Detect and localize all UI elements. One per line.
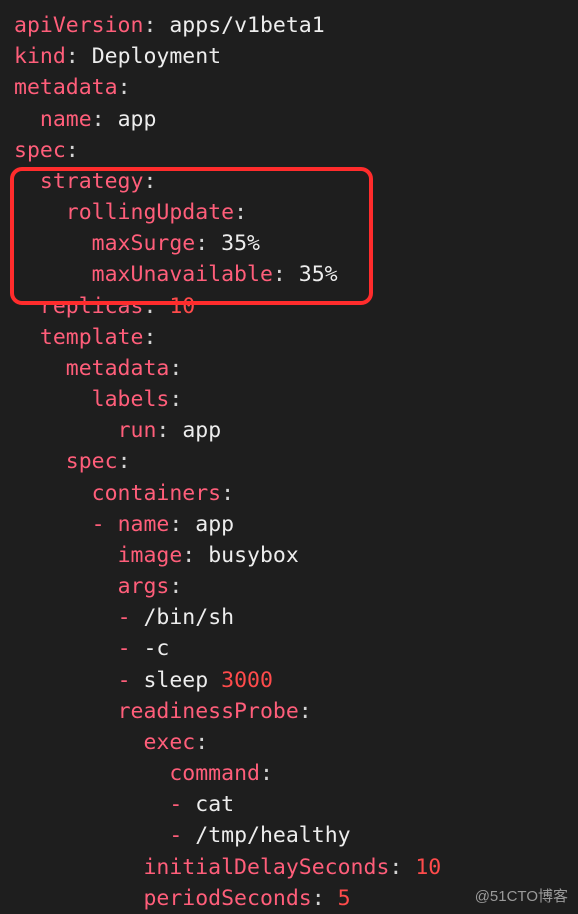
v-cmd0: cat — [195, 792, 234, 817]
k-args: args — [118, 574, 170, 599]
k-run: run — [118, 418, 157, 443]
v-image: busybox — [208, 543, 299, 568]
dash: - — [118, 636, 131, 661]
k-kind: kind — [14, 44, 66, 69]
v-kind: Deployment — [92, 44, 221, 69]
v-cname: app — [195, 512, 234, 537]
k-cname: name — [118, 512, 170, 537]
k-name: name — [40, 107, 92, 132]
v-arg0: /bin/sh — [143, 605, 234, 630]
yaml-code-block: apiVersion: apps/v1beta1 kind: Deploymen… — [0, 0, 578, 914]
v-periodSeconds: 5 — [338, 886, 351, 911]
dash: - — [118, 668, 131, 693]
k-template: template — [40, 325, 144, 350]
k-maxUnavailable: maxUnavailable — [92, 262, 273, 287]
dash: - — [169, 792, 182, 817]
k-command: command — [169, 761, 260, 786]
k-labels: labels — [92, 387, 170, 412]
v-replicas: 10 — [169, 294, 195, 319]
v-arg2a: sleep — [143, 668, 221, 693]
v-run: app — [182, 418, 221, 443]
k-image: image — [118, 543, 183, 568]
k-exec: exec — [143, 730, 195, 755]
v-name: app — [118, 107, 157, 132]
k-spec2: spec — [66, 449, 118, 474]
k-initialDelaySeconds: initialDelaySeconds — [143, 855, 389, 880]
v-arg2b: 3000 — [221, 668, 273, 693]
k-containers: containers — [92, 481, 221, 506]
v-apiVersion: apps/v1beta1 — [169, 13, 324, 38]
v-maxSurge: 35% — [221, 231, 260, 256]
k-rollingUpdate: rollingUpdate — [66, 200, 234, 225]
k-maxSurge: maxSurge — [92, 231, 196, 256]
dash: - — [92, 512, 105, 537]
k-strategy: strategy — [40, 169, 144, 194]
k-spec: spec — [14, 138, 66, 163]
k-metadata2: metadata — [66, 356, 170, 381]
v-arg1: -c — [143, 636, 169, 661]
dash: - — [118, 605, 131, 630]
k-replicas: replicas — [40, 294, 144, 319]
dash: - — [169, 823, 182, 848]
k-periodSeconds: periodSeconds — [143, 886, 311, 911]
k-readinessProbe: readinessProbe — [118, 699, 299, 724]
k-metadata: metadata — [14, 75, 118, 100]
v-maxUnavailable: 35% — [299, 262, 338, 287]
k-apiVersion: apiVersion — [14, 13, 143, 38]
watermark: @51CTO博客 — [475, 886, 568, 908]
v-cmd1: /tmp/healthy — [195, 823, 350, 848]
v-initialDelaySeconds: 10 — [415, 855, 441, 880]
